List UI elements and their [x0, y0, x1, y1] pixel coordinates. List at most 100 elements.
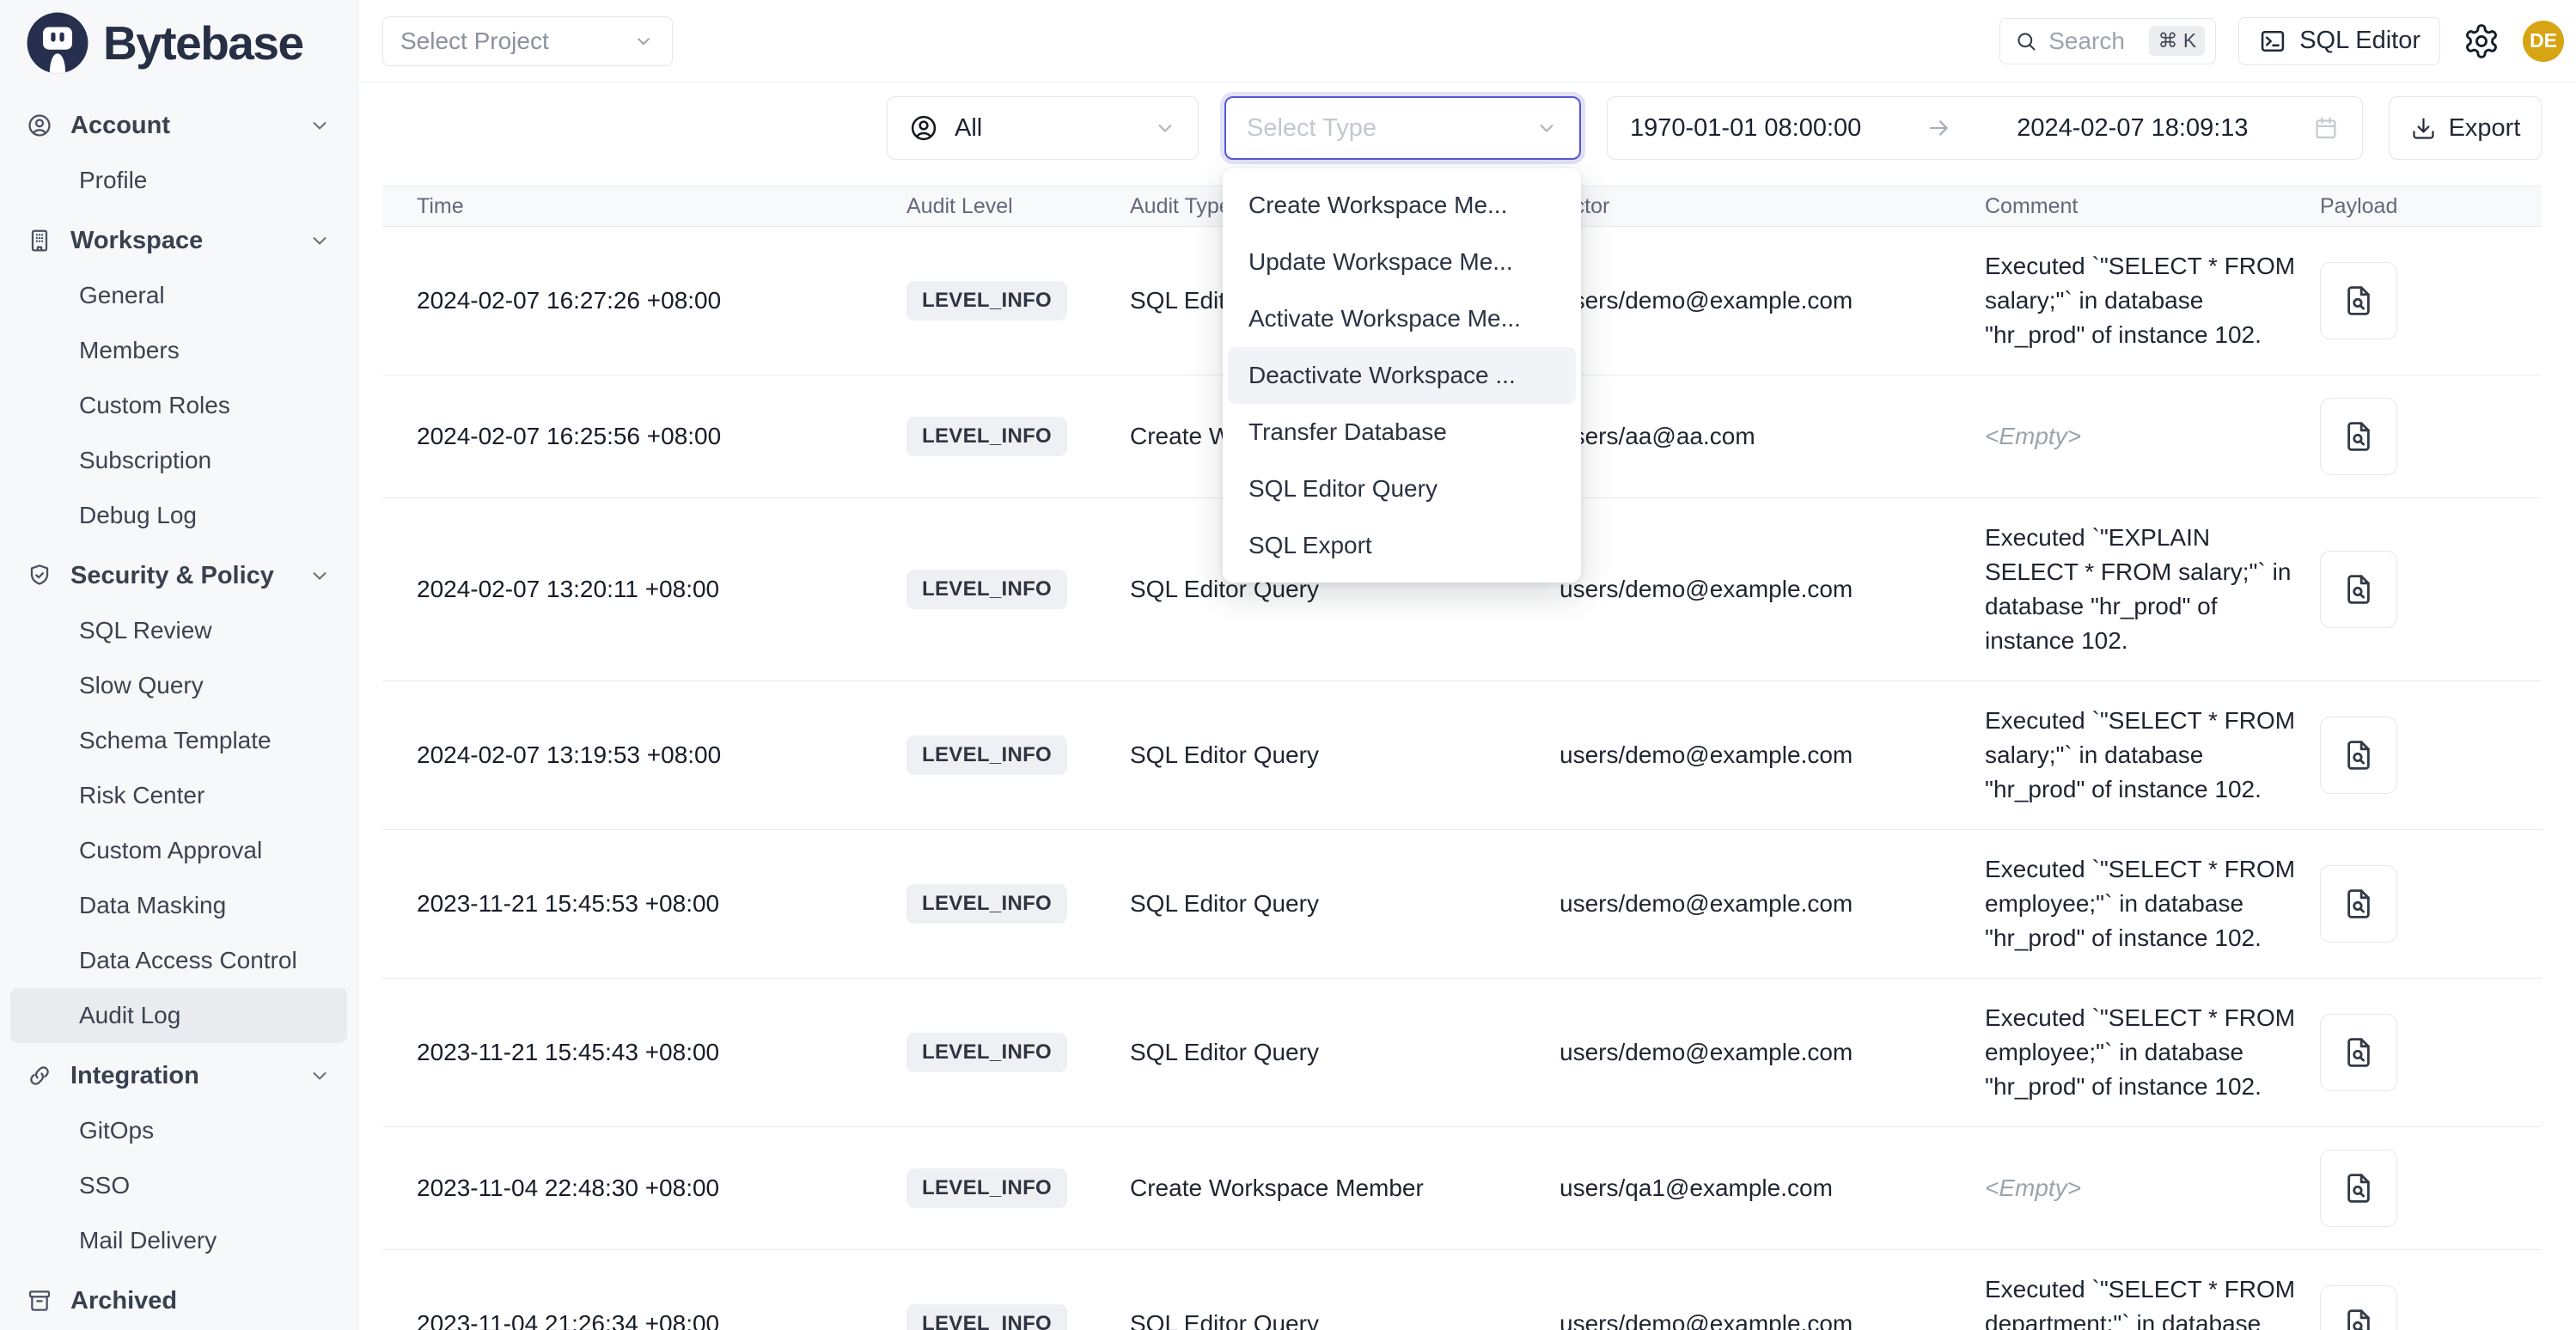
sidebar-item-audit-log[interactable]: Audit Log: [10, 988, 347, 1043]
export-button[interactable]: Export: [2389, 96, 2542, 160]
type-filter-select[interactable]: Select Type: [1224, 96, 1581, 160]
sidebar-item-custom-roles[interactable]: Custom Roles: [10, 378, 347, 433]
cell-audit-type: SQL Editor Query: [1130, 1310, 1560, 1330]
sidebar-label: Risk Center: [79, 782, 204, 809]
sidebar-section-archived[interactable]: Archived: [10, 1273, 347, 1328]
payload-view-button[interactable]: [2320, 1285, 2397, 1330]
payload-view-button[interactable]: [2320, 865, 2397, 943]
search-input[interactable]: Search ⌘ K: [1999, 18, 2216, 64]
cell-time: 2023-11-21 15:45:53 +08:00: [417, 890, 906, 918]
sidebar-item-schema-template[interactable]: Schema Template: [10, 713, 347, 768]
topbar: Select Project Search ⌘ K SQL: [358, 0, 2576, 82]
sidebar-item-debug-log[interactable]: Debug Log: [10, 488, 347, 543]
sidebar-item-sql-review[interactable]: SQL Review: [10, 603, 347, 658]
sql-editor-label: SQL Editor: [2299, 27, 2420, 55]
sidebar-section-account[interactable]: Account: [10, 98, 347, 153]
cell-comment: Executed `"SELECT * FROM department;"` i…: [1985, 1272, 2296, 1330]
sidebar: Bytebase AccountProfile Workspace General M…: [0, 0, 358, 1330]
audit-level-badge: LEVEL_INFO: [906, 884, 1067, 924]
cell-actor: users/demo@example.com: [1560, 287, 1985, 314]
column-header-time: Time: [417, 194, 906, 219]
sidebar-item-members[interactable]: Members: [10, 323, 347, 378]
file-search-icon: [2341, 418, 2377, 455]
bytebase-logo-icon: [26, 11, 89, 75]
actor-filter-select[interactable]: All: [887, 96, 1199, 160]
payload-view-button[interactable]: [2320, 1014, 2397, 1091]
cell-comment: Executed `"EXPLAIN SELECT * FROM salary;…: [1985, 521, 2296, 658]
menu-item-sql-export[interactable]: SQL Export: [1228, 517, 1576, 574]
sidebar-item-profile[interactable]: Profile: [10, 153, 347, 208]
sidebar-item-sso[interactable]: SSO: [10, 1158, 347, 1213]
date-range-picker[interactable]: 1970-01-01 08:00:00 2024-02-07 18:09:13: [1607, 96, 2363, 160]
cell-audit-type: SQL Editor Query: [1130, 741, 1560, 769]
sidebar-label: Custom Approval: [79, 837, 262, 864]
chevron-down-icon: [308, 564, 332, 588]
chevron-down-icon: [308, 1064, 332, 1088]
table-row: 2023-11-04 21:26:34 +08:00LEVEL_INFOSQL …: [382, 1250, 2542, 1330]
sidebar-item-risk-center[interactable]: Risk Center: [10, 768, 347, 823]
audit-level-badge: LEVEL_INFO: [906, 1304, 1067, 1330]
sidebar-label: Workspace: [70, 227, 203, 255]
cell-time: 2023-11-21 15:45:43 +08:00: [417, 1039, 906, 1066]
payload-view-button[interactable]: [2320, 717, 2397, 794]
sidebar-section-integration[interactable]: Integration: [10, 1048, 347, 1103]
sidebar-item-data-masking[interactable]: Data Masking: [10, 878, 347, 933]
payload-view-button[interactable]: [2320, 262, 2397, 339]
column-header-payload: Payload: [2320, 194, 2542, 219]
menu-item-deactivate-workspace[interactable]: Deactivate Workspace ...: [1228, 347, 1576, 404]
download-icon: [2410, 115, 2437, 142]
sidebar-label: Audit Log: [79, 1002, 180, 1029]
sidebar-item-gitops[interactable]: GitOps: [10, 1103, 347, 1158]
audit-level-badge: LEVEL_INFO: [906, 417, 1067, 456]
sidebar-label: Security & Policy: [70, 562, 274, 590]
avatar[interactable]: DE: [2523, 21, 2564, 62]
sidebar-section-security-policy[interactable]: Security & Policy: [10, 548, 347, 603]
file-search-icon: [2341, 283, 2377, 319]
audit-level-badge: LEVEL_INFO: [906, 570, 1067, 609]
cell-actor: users/demo@example.com: [1560, 890, 1985, 918]
menu-item-create-workspace-me[interactable]: Create Workspace Me...: [1228, 177, 1576, 234]
sidebar-item-slow-query[interactable]: Slow Query: [10, 658, 347, 713]
audit-level-badge: LEVEL_INFO: [906, 735, 1067, 775]
cell-audit-type: SQL Editor Query: [1130, 890, 1560, 918]
menu-item-sql-editor-query[interactable]: SQL Editor Query: [1228, 461, 1576, 517]
sidebar-item-custom-approval[interactable]: Custom Approval: [10, 823, 347, 878]
cell-audit-type: SQL Editor Query: [1130, 1039, 1560, 1066]
search-placeholder: Search: [2048, 27, 2125, 55]
project-select[interactable]: Select Project: [382, 16, 673, 66]
type-filter-menu: Create Workspace Me...Update Workspace M…: [1223, 168, 1581, 583]
sidebar-label: Data Access Control: [79, 947, 297, 974]
file-search-icon: [2341, 1306, 2377, 1330]
search-icon: [2014, 29, 2038, 53]
sql-editor-button[interactable]: SQL Editor: [2238, 17, 2440, 65]
audit-level-badge: LEVEL_INFO: [906, 281, 1067, 320]
calendar-icon: [2312, 114, 2340, 142]
chevron-down-icon: [308, 113, 332, 137]
payload-view-button[interactable]: [2320, 1150, 2397, 1227]
brand-logo[interactable]: Bytebase: [10, 0, 347, 86]
payload-view-button[interactable]: [2320, 398, 2397, 475]
audit-level-badge: LEVEL_INFO: [906, 1168, 1067, 1208]
sidebar-item-subscription[interactable]: Subscription: [10, 433, 347, 488]
arrow-right-icon: [1926, 114, 1953, 142]
sidebar-item-general[interactable]: General: [10, 268, 347, 323]
table-row: 2023-11-21 15:45:43 +08:00LEVEL_INFOSQL …: [382, 979, 2542, 1127]
menu-item-update-workspace-me[interactable]: Update Workspace Me...: [1228, 234, 1576, 290]
user-circle-icon: [908, 113, 939, 143]
sidebar-label: General: [79, 282, 165, 309]
chevron-down-icon: [1153, 116, 1177, 140]
brand-name: Bytebase: [103, 15, 303, 70]
type-filter-placeholder: Select Type: [1247, 114, 1377, 143]
sidebar-item-mail-delivery[interactable]: Mail Delivery: [10, 1213, 347, 1268]
menu-item-activate-workspace-me[interactable]: Activate Workspace Me...: [1228, 290, 1576, 347]
payload-view-button[interactable]: [2320, 551, 2397, 628]
sidebar-section-workspace[interactable]: Workspace: [10, 213, 347, 268]
menu-item-transfer-database[interactable]: Transfer Database: [1228, 404, 1576, 461]
sidebar-label: GitOps: [79, 1117, 154, 1144]
cell-actor: users/demo@example.com: [1560, 1039, 1985, 1066]
cell-time: 2024-02-07 13:20:11 +08:00: [417, 576, 906, 603]
sidebar-item-data-access-control[interactable]: Data Access Control: [10, 933, 347, 988]
link-icon: [26, 1062, 53, 1089]
filter-bar: All Select Type 1970-01-01 08:00:00 2024…: [358, 96, 2576, 160]
gear-icon[interactable]: [2463, 22, 2500, 60]
